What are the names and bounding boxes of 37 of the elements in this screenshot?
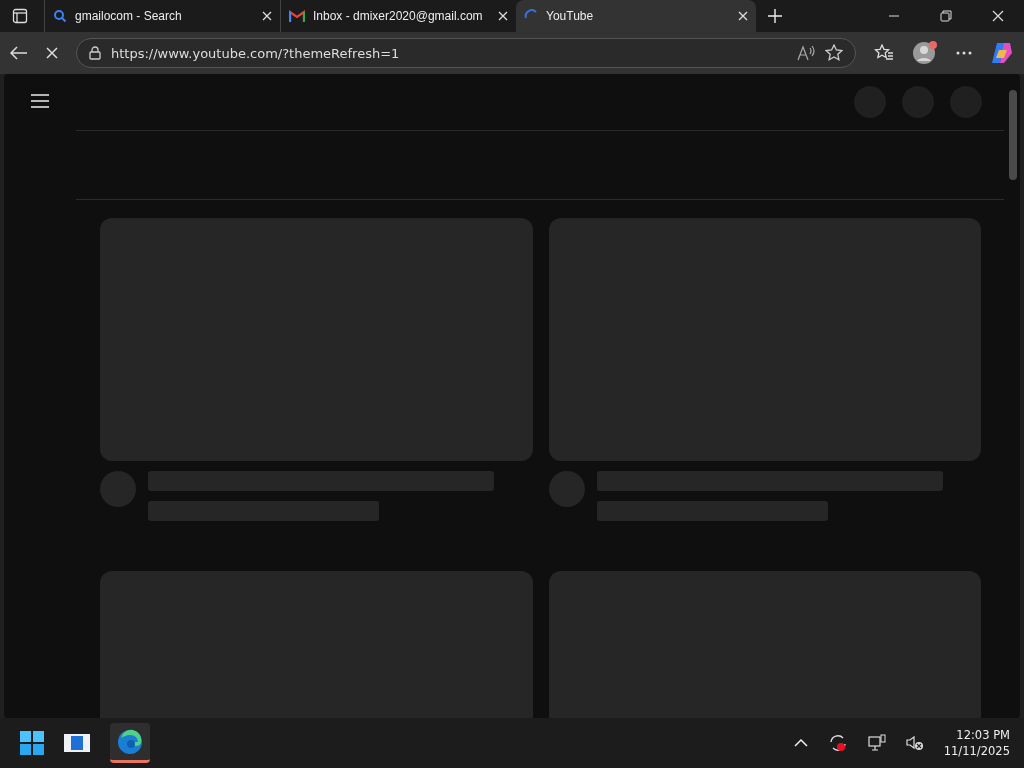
tab-title: Inbox - dmixer2020@gmail.com <box>313 9 484 23</box>
menu-icon[interactable] <box>31 94 49 108</box>
favorites-icon[interactable] <box>874 44 894 62</box>
read-aloud-icon[interactable] <box>797 45 815 61</box>
tab-title: YouTube <box>546 9 595 23</box>
mail-icon <box>289 10 305 22</box>
chevron-up-icon[interactable] <box>793 739 808 747</box>
search-icon <box>53 9 67 23</box>
scroll-thumb[interactable] <box>1009 90 1017 180</box>
close-icon[interactable] <box>992 10 1004 22</box>
address-bar[interactable]: https://www.youtube.com/?themeRefresh=1 <box>76 38 856 68</box>
tab-title: gmailocom - Search <box>75 9 183 23</box>
close-icon[interactable] <box>738 11 748 21</box>
new-tab-icon[interactable] <box>768 9 782 23</box>
edge-taskbar-button[interactable] <box>110 723 150 763</box>
back-arrow-icon[interactable] <box>10 46 28 60</box>
notepad-app-icon[interactable] <box>64 732 90 754</box>
network-icon[interactable] <box>867 734 886 752</box>
lock-icon <box>89 46 101 60</box>
windows-start-icon[interactable] <box>20 731 44 755</box>
tab-actions-icon[interactable] <box>12 8 28 24</box>
restore-icon[interactable] <box>940 10 952 22</box>
url-text: https://www.youtube.com/?themeRefresh=1 <box>111 45 400 61</box>
profile-avatar-icon[interactable] <box>912 40 938 66</box>
browser-tab[interactable]: YouTube <box>516 0 756 32</box>
speaker-muted-icon[interactable] <box>905 735 924 751</box>
sync-icon[interactable] <box>827 733 848 753</box>
scrollbar[interactable] <box>1006 74 1020 718</box>
star-icon[interactable] <box>825 44 843 62</box>
stop-icon[interactable] <box>46 47 58 59</box>
more-icon[interactable] <box>956 51 972 55</box>
clock-date[interactable]: 11/11/2025 <box>943 743 1010 759</box>
close-icon[interactable] <box>498 11 508 21</box>
copilot-icon[interactable] <box>990 42 1014 64</box>
clock-time[interactable]: 12:03 PM <box>956 727 1010 743</box>
edge-icon <box>117 728 143 755</box>
close-icon[interactable] <box>262 11 272 21</box>
